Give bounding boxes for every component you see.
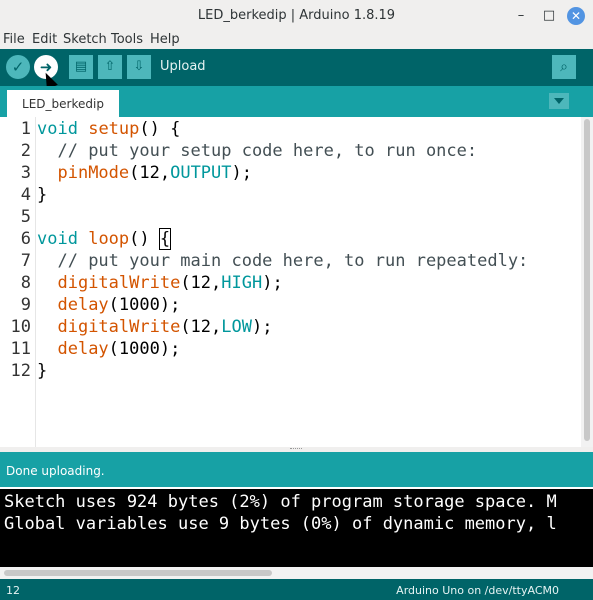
line-number: 2 — [20, 141, 31, 161]
serial-monitor-button[interactable]: ⌕ — [552, 55, 576, 79]
window-title: LED_berkedip | Arduino 1.8.19 — [197, 8, 396, 23]
output-console: Sketch uses 924 bytes (2%) of program st… — [0, 487, 593, 569]
line-number: 1 — [20, 119, 31, 139]
editor-vertical-scrollbar[interactable] — [581, 117, 593, 447]
code-line: // put your main code here, to run repea… — [57, 251, 529, 271]
line-number: 7 — [20, 251, 31, 271]
toolbar-status-label: Upload — [160, 59, 206, 74]
code-line: delay(1000); — [57, 339, 181, 359]
check-icon: ✓ — [11, 58, 25, 76]
new-sketch-button[interactable]: ▤ — [69, 55, 93, 79]
code-line: void loop() { — [37, 228, 172, 250]
code-line: } — [37, 185, 48, 205]
code-editor[interactable]: 1 2 3 4 5 6 7 8 9 10 11 12 void setup() … — [0, 117, 593, 447]
menu-help[interactable]: Help — [150, 32, 180, 47]
open-sketch-button[interactable]: ⇧ — [98, 55, 122, 79]
code-line: pinMode(12,OUTPUT); — [57, 163, 252, 183]
line-number: 12 — [10, 361, 31, 381]
title-bar: LED_berkedip | Arduino 1.8.19 – □ ✕ — [0, 0, 593, 33]
tab-menu-button[interactable] — [549, 93, 569, 109]
line-number: 6 — [20, 229, 31, 249]
upload-arrow-icon: ⇧ — [104, 59, 116, 74]
code-line: digitalWrite(12,LOW); — [57, 317, 273, 337]
menu-tools[interactable]: Tools — [111, 32, 143, 47]
console-line: Sketch uses 924 bytes (2%) of program st… — [4, 492, 557, 512]
line-number: 3 — [20, 163, 31, 183]
line-number: 10 — [10, 317, 31, 337]
code-line: void setup() { — [37, 119, 181, 139]
code-line: // put your setup code here, to run once… — [57, 141, 478, 161]
current-line-number: 12 — [6, 584, 20, 597]
footer-bar: 12 Arduino Uno on /dev/ttyACM0 — [0, 579, 593, 600]
verify-button[interactable]: ✓ — [6, 55, 30, 79]
line-number: 11 — [10, 339, 31, 359]
line-number: 4 — [20, 185, 31, 205]
line-number: 5 — [20, 207, 31, 227]
tab-bar: LED_berkedip — [0, 86, 593, 117]
status-message: Done uploading. — [6, 464, 105, 478]
menu-bar: File Edit Sketch Tools Help — [0, 32, 593, 49]
board-port-label: Arduino Uno on /dev/ttyACM0 — [396, 584, 559, 597]
code-line: digitalWrite(12,HIGH); — [57, 273, 283, 293]
scrollbar-thumb[interactable] — [584, 119, 590, 441]
minimize-button[interactable]: – — [513, 8, 529, 24]
close-button[interactable]: ✕ — [567, 7, 585, 25]
new-file-icon: ▤ — [74, 59, 88, 74]
status-bar: Done uploading. — [0, 452, 593, 487]
code-line: delay(1000); — [57, 295, 181, 315]
menu-sketch[interactable]: Sketch — [63, 32, 107, 47]
menu-file[interactable]: File — [3, 32, 25, 47]
line-number: 9 — [20, 295, 31, 315]
line-number: 8 — [20, 273, 31, 293]
console-horizontal-scrollbar[interactable] — [0, 567, 593, 579]
download-arrow-icon: ⇩ — [133, 59, 145, 74]
line-number-gutter: 1 2 3 4 5 6 7 8 9 10 11 12 — [0, 117, 36, 447]
toolbar: ✓ ➜ ▤ ⇧ ⇩ Upload ⌕ — [0, 49, 593, 86]
maximize-button[interactable]: □ — [541, 8, 557, 24]
code-line: } — [37, 361, 48, 381]
save-sketch-button[interactable]: ⇩ — [127, 55, 151, 79]
console-line: Global variables use 9 bytes (0%) of dyn… — [4, 514, 557, 534]
tab-led-berkedip[interactable]: LED_berkedip — [7, 90, 119, 117]
menu-edit[interactable]: Edit — [32, 32, 57, 47]
scrollbar-thumb[interactable] — [4, 570, 272, 576]
magnifier-icon: ⌕ — [560, 59, 568, 75]
